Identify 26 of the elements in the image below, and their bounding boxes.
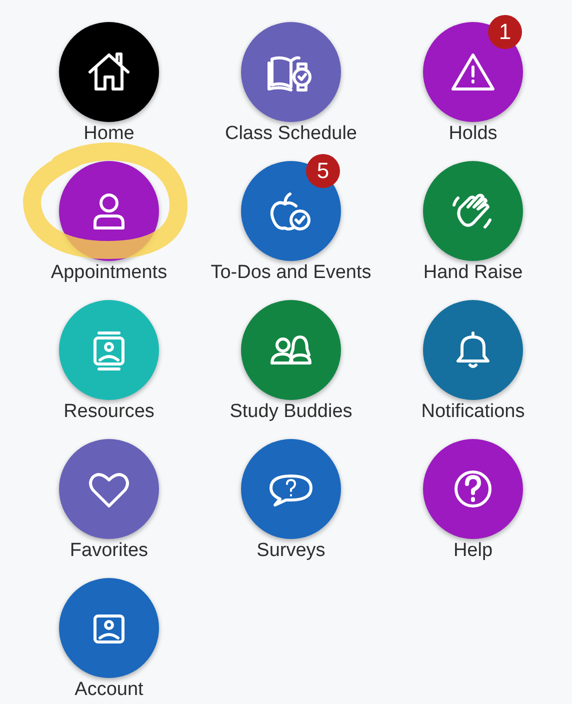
tile-label: Hand Raise [423, 261, 523, 285]
count-badge: 5 [306, 154, 340, 188]
apple-check-button[interactable] [241, 161, 341, 261]
count-badge: 1 [488, 15, 522, 49]
tile-label: Notifications [421, 400, 525, 424]
help-button[interactable] [423, 439, 523, 539]
portrait-button[interactable] [59, 578, 159, 678]
tile-label: Favorites [70, 539, 148, 563]
tile-label: Holds [448, 122, 498, 146]
tile-label: Home [84, 122, 134, 146]
heart-button[interactable] [59, 439, 159, 539]
book-watch-button[interactable] [241, 22, 341, 122]
tile-label: Appointments [50, 261, 168, 285]
tile-label: Account [74, 678, 144, 702]
house-button[interactable] [59, 22, 159, 122]
bell-button[interactable] [423, 300, 523, 400]
speech-question-button[interactable] [241, 439, 341, 539]
tile-label: Study Buddies [230, 400, 352, 424]
tile-label: To-Dos and Events [210, 261, 372, 285]
tile-label: Surveys [256, 539, 326, 563]
people-button[interactable] [241, 300, 341, 400]
tile-label: Help [453, 539, 493, 563]
tile-label: Resources [64, 400, 154, 424]
hand-button[interactable] [423, 161, 523, 261]
tile-label: Class Schedule [224, 122, 358, 146]
warning-button[interactable] [423, 22, 523, 122]
